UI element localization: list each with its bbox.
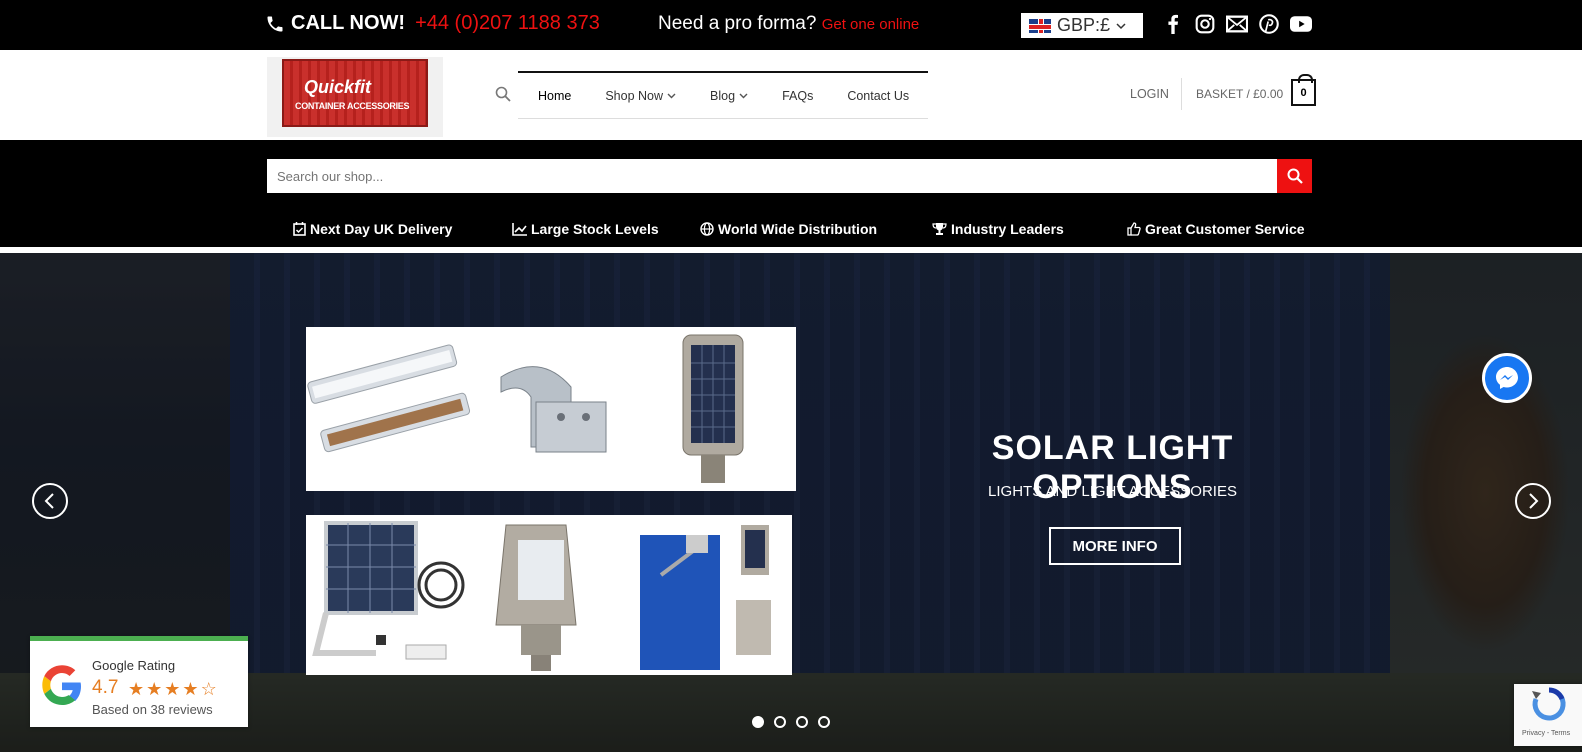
basket-icon[interactable]: 0 bbox=[1291, 74, 1316, 106]
nav-item-faqs[interactable]: FAQs bbox=[782, 89, 813, 103]
phone-icon bbox=[267, 16, 283, 31]
proforma-label: Need a pro forma? bbox=[658, 13, 817, 34]
slider-next-button[interactable] bbox=[1515, 483, 1551, 519]
proforma-link[interactable]: Get one online bbox=[822, 16, 920, 33]
solar-street-light bbox=[682, 334, 744, 483]
basket-link[interactable]: BASKET / £0.00 bbox=[1196, 87, 1283, 101]
nav-label: Shop Now bbox=[605, 88, 664, 103]
messenger-icon bbox=[1496, 367, 1518, 389]
currency-value: GBP:£ bbox=[1057, 15, 1111, 35]
star-icon: ★ bbox=[146, 679, 163, 699]
phone-number-link[interactable]: +44 (0)207 1188 373 bbox=[415, 12, 600, 35]
main-nav: Home Shop Now Blog FAQs Contact Us bbox=[518, 71, 928, 119]
search-band: Next Day UK Delivery Large Stock Levels … bbox=[0, 140, 1582, 247]
google-rating-widget[interactable]: Google Rating 4.7 ★ ★ ★ ★ ☆ Based on 38 … bbox=[30, 636, 248, 727]
globe-icon bbox=[700, 222, 714, 236]
usp-item: Large Stock Levels bbox=[512, 221, 659, 237]
facebook-icon[interactable] bbox=[1162, 13, 1184, 35]
logo-tagline: CONTAINER ACCESSORIES bbox=[295, 101, 410, 111]
slider-dot[interactable] bbox=[818, 716, 830, 728]
star-icon: ★ bbox=[182, 679, 199, 699]
chevron-down-icon bbox=[1116, 22, 1126, 29]
trophy-icon bbox=[932, 223, 947, 235]
header-divider bbox=[1181, 78, 1182, 110]
usp-label: Large Stock Levels bbox=[531, 221, 659, 237]
nav-label: Home bbox=[538, 88, 572, 103]
login-link[interactable]: LOGIN bbox=[1130, 87, 1169, 101]
pinterest-icon[interactable] bbox=[1258, 13, 1280, 35]
rating-label: Google Rating bbox=[92, 658, 176, 673]
top-bar: CALL NOW! +44 (0)207 1188 373 Need a pro… bbox=[0, 0, 1582, 50]
star-icon: ★ bbox=[128, 679, 145, 699]
nav-search-icon[interactable] bbox=[495, 86, 511, 107]
usp-label: Next Day UK Delivery bbox=[310, 221, 453, 237]
installed-solar-light bbox=[640, 525, 771, 670]
google-g-icon bbox=[42, 665, 81, 705]
line-chart-icon bbox=[512, 222, 527, 236]
slider-prev-button[interactable] bbox=[32, 483, 68, 519]
star-half-icon: ☆ bbox=[200, 679, 217, 699]
metal-bracket bbox=[500, 366, 607, 453]
recaptcha-text: Privacy - Terms bbox=[1522, 730, 1571, 737]
star-icon: ★ bbox=[164, 679, 181, 699]
usp-label: Industry Leaders bbox=[951, 221, 1064, 237]
search-icon bbox=[1287, 168, 1303, 184]
usp-label: Great Customer Service bbox=[1145, 221, 1305, 237]
nav-item-shop-now[interactable]: Shop Now bbox=[605, 89, 676, 103]
led-street-lamp bbox=[495, 524, 577, 671]
search-button[interactable] bbox=[1277, 159, 1312, 193]
messenger-chat-button[interactable] bbox=[1482, 353, 1532, 403]
call-now: CALL NOW! +44 (0)207 1188 373 bbox=[265, 12, 600, 35]
proforma: Need a pro forma? Get one online bbox=[658, 13, 919, 35]
rating-stars: ★ ★ ★ ★ ☆ bbox=[128, 679, 217, 700]
header: Quickfit CONTAINER ACCESSORIES Home Shop… bbox=[0, 50, 1582, 140]
led-strip-light bbox=[307, 344, 471, 453]
solar-panel-kit bbox=[312, 521, 465, 660]
slider-dot[interactable] bbox=[752, 716, 764, 728]
slider-dot[interactable] bbox=[796, 716, 808, 728]
usp-item: Great Customer Service bbox=[1127, 221, 1305, 237]
rating-review-count: Based on 38 reviews bbox=[92, 702, 213, 717]
slider-dots bbox=[752, 716, 830, 728]
chevron-down-icon bbox=[739, 93, 748, 98]
email-icon[interactable] bbox=[1226, 13, 1248, 35]
nav-item-contact-us[interactable]: Contact Us bbox=[847, 89, 909, 103]
nav-label: Blog bbox=[710, 88, 736, 103]
chevron-right-icon bbox=[1529, 493, 1539, 509]
rating-score: 4.7 bbox=[92, 677, 119, 698]
basket-count: 0 bbox=[1300, 86, 1307, 99]
nav-label: Contact Us bbox=[847, 88, 910, 103]
chevron-down-icon bbox=[667, 93, 676, 98]
site-logo[interactable]: Quickfit CONTAINER ACCESSORIES bbox=[267, 57, 443, 137]
slider-dot[interactable] bbox=[774, 716, 786, 728]
currency-selector[interactable]: GBP:£ bbox=[1021, 13, 1143, 38]
search-input[interactable] bbox=[267, 159, 1277, 193]
nav-item-blog[interactable]: Blog bbox=[710, 89, 748, 103]
more-info-button[interactable]: MORE INFO bbox=[1049, 527, 1181, 565]
usp-label: World Wide Distribution bbox=[718, 221, 878, 237]
usp-item: Next Day UK Delivery bbox=[293, 221, 452, 237]
thumbs-up-icon bbox=[1127, 222, 1141, 236]
social-links bbox=[1162, 13, 1312, 35]
recaptcha-badge[interactable]: Privacy - Terms bbox=[1514, 684, 1582, 746]
recaptcha-icon bbox=[1532, 687, 1566, 721]
product-image-bottom bbox=[306, 515, 792, 675]
nav-label: FAQs bbox=[782, 88, 814, 103]
youtube-icon[interactable] bbox=[1290, 13, 1312, 35]
calendar-check-icon bbox=[293, 222, 306, 236]
uk-flag-icon bbox=[1029, 18, 1051, 33]
chevron-left-icon bbox=[44, 493, 54, 509]
usp-item: World Wide Distribution bbox=[700, 221, 877, 237]
usp-item: Industry Leaders bbox=[932, 221, 1064, 237]
call-now-label: CALL NOW! bbox=[291, 12, 406, 34]
slide-subtitle: LIGHTS AND LIGHT ACCESSORIES bbox=[988, 483, 1237, 500]
nav-item-home[interactable]: Home bbox=[538, 89, 571, 103]
logo-wordmark: Quickfit bbox=[304, 77, 372, 97]
instagram-icon[interactable] bbox=[1194, 13, 1216, 35]
product-image-top bbox=[306, 327, 796, 491]
